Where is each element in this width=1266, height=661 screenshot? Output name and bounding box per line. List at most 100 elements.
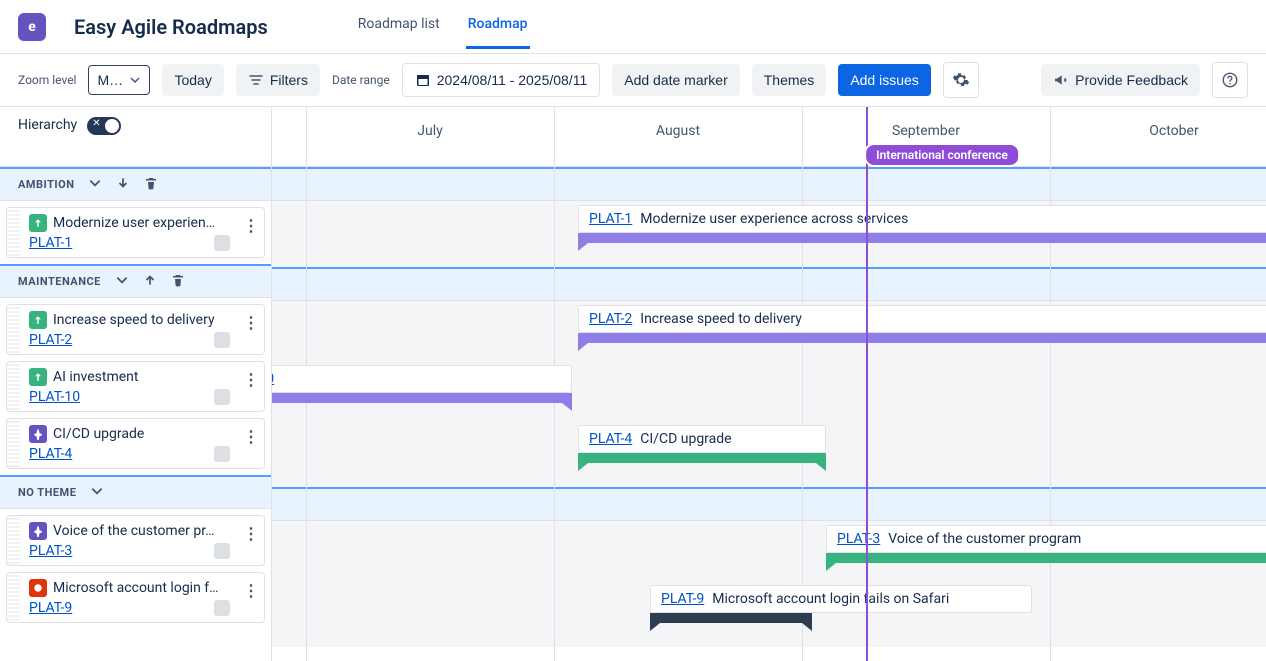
swimlane-title: Ambition — [18, 178, 74, 191]
add-date-marker-button[interactable]: Add date marker — [612, 64, 740, 96]
timeline-bar-label: Modernize user experience across service… — [640, 211, 908, 227]
issue-key-link[interactable]: PLAT-4 — [29, 446, 72, 462]
issue-key-link[interactable]: PLAT-3 — [29, 543, 72, 559]
gear-icon — [952, 71, 970, 89]
hierarchy-label: Hierarchy — [18, 117, 77, 133]
card-menu-button[interactable]: ⋮ — [238, 516, 264, 565]
issue-key-link[interactable]: PLAT-4 — [589, 431, 632, 447]
issue-card[interactable]: Voice of the customer pr… PLAT-3 ⋮ — [6, 515, 265, 566]
timeline-bar-label: Microsoft account login fails on Safari — [712, 591, 949, 607]
timeline-row: PLAT-4 CI/CD upgrade — [272, 421, 1266, 481]
swimlane-header-maintenance[interactable]: Maintenance — [0, 264, 271, 298]
timeline-bar[interactable]: PLAT-4 CI/CD upgrade — [578, 425, 826, 453]
issue-key-link[interactable]: PLAT-2 — [29, 332, 72, 348]
timeline-bar[interactable]: PLAT-2 Increase speed to delivery — [578, 305, 1266, 333]
timeline-row: PLAT-2 Increase speed to delivery — [272, 301, 1266, 361]
zoom-select[interactable]: M… — [88, 65, 150, 95]
month-header: August — [554, 107, 802, 167]
timeline-bar[interactable]: PLAT-3 Voice of the customer program — [826, 525, 1266, 553]
timeline-bar-label: CI/CD upgrade — [640, 431, 731, 447]
date-marker[interactable]: International conference — [864, 143, 1020, 167]
issue-key-link[interactable]: PLAT-9 — [661, 591, 704, 607]
progress-bar — [650, 613, 812, 623]
issue-type-icon — [29, 425, 47, 443]
issue-card[interactable]: CI/CD upgradePLAT-4⋮ — [6, 418, 265, 469]
settings-button[interactable] — [943, 62, 979, 98]
progress-bar — [272, 393, 572, 403]
issue-title: Modernize user experien… — [53, 215, 215, 231]
issue-card[interactable]: Modernize user experien… PLAT-1 ⋮ — [6, 207, 265, 258]
chevron-icon[interactable] — [88, 176, 102, 194]
issue-key-link[interactable]: PLAT-10 — [272, 371, 274, 387]
timeline-bar[interactable]: PLAT-9 Microsoft account login fails on S… — [650, 585, 1032, 613]
nav-tabs: Roadmap list Roadmap — [356, 4, 530, 49]
today-line — [866, 107, 868, 661]
issue-key-link[interactable]: PLAT-9 — [29, 600, 72, 616]
timeline-bar[interactable]: PLAT-10 — [272, 365, 572, 393]
card-menu-button[interactable]: ⋮ — [238, 419, 264, 468]
timeline-panel[interactable]: JulyAugustSeptemberOctoberInternational … — [272, 107, 1266, 661]
drag-handle-icon[interactable] — [7, 305, 21, 354]
trash-icon[interactable] — [171, 273, 185, 291]
timeline-row: PLAT-10 — [272, 361, 1266, 421]
swimlane-header-right — [272, 167, 1266, 201]
tab-roadmap-list[interactable]: Roadmap list — [356, 4, 442, 49]
swimlane-header-right — [272, 487, 1266, 521]
date-range-label: Date range — [332, 74, 390, 87]
trash-icon[interactable] — [144, 176, 158, 194]
calendar-icon — [415, 72, 431, 88]
issue-key-link[interactable]: PLAT-1 — [589, 211, 632, 227]
themes-button[interactable]: Themes — [752, 64, 827, 96]
issue-key-link[interactable]: PLAT-2 — [589, 311, 632, 327]
card-menu-button[interactable]: ⋮ — [238, 305, 264, 354]
issue-key-link[interactable]: PLAT-10 — [29, 389, 80, 405]
issue-key-link[interactable]: PLAT-3 — [837, 531, 880, 547]
hierarchy-toggle[interactable] — [87, 117, 121, 135]
app-header: e Easy Agile Roadmaps Roadmap list Roadm… — [0, 0, 1266, 54]
card-menu-button[interactable]: ⋮ — [238, 362, 264, 411]
drag-handle-icon[interactable] — [7, 362, 21, 411]
app-logo-icon: e — [18, 13, 46, 41]
drag-handle-icon[interactable] — [7, 208, 21, 257]
add-issues-button[interactable]: Add issues — [838, 64, 930, 96]
issue-card[interactable]: AI investmentPLAT-10⋮ — [6, 361, 265, 412]
timeline-bar-label: Voice of the customer program — [888, 531, 1081, 547]
up-arrow-icon[interactable] — [143, 273, 157, 291]
tab-roadmap[interactable]: Roadmap — [466, 4, 530, 49]
progress-bar — [578, 233, 1266, 243]
provide-feedback-button[interactable]: Provide Feedback — [1041, 64, 1200, 96]
card-menu-button[interactable]: ⋮ — [238, 573, 264, 622]
date-range-picker[interactable]: 2024/08/11 - 2025/08/11 — [402, 63, 601, 97]
status-placeholder — [214, 543, 230, 559]
swimlane-header-ambition[interactable]: Ambition — [0, 167, 271, 201]
drag-handle-icon[interactable] — [7, 573, 21, 622]
left-panel: Hierarchy Ambition Modernize user experie… — [0, 107, 272, 661]
help-icon — [1221, 71, 1239, 89]
progress-bar — [578, 453, 826, 463]
timeline-row: PLAT-1 Modernize user experience across s… — [272, 201, 1266, 261]
megaphone-icon — [1053, 72, 1069, 88]
timeline-bar[interactable]: PLAT-1 Modernize user experience across s… — [578, 205, 1266, 233]
chevron-icon[interactable] — [90, 484, 104, 502]
timeline-row: PLAT-9 Microsoft account login fails on S… — [272, 581, 1266, 641]
drag-handle-icon[interactable] — [7, 419, 21, 468]
timeline-bar-label: Increase speed to delivery — [640, 311, 802, 327]
swimlane-header-notheme[interactable]: No Theme — [0, 475, 271, 509]
today-button[interactable]: Today — [162, 64, 223, 96]
issue-title: Voice of the customer pr… — [53, 523, 214, 539]
month-header: October — [1050, 107, 1266, 167]
issue-card[interactable]: Microsoft account login f…PLAT-9⋮ — [6, 572, 265, 623]
status-placeholder — [214, 389, 230, 405]
down-arrow-icon[interactable] — [116, 176, 130, 194]
timeline-row: PLAT-3 Voice of the customer program — [272, 521, 1266, 581]
card-menu-button[interactable]: ⋮ — [238, 208, 264, 257]
roadmap-board: Hierarchy Ambition Modernize user experie… — [0, 107, 1266, 661]
chevron-down-icon — [129, 74, 141, 86]
issue-key-link[interactable]: PLAT-1 — [29, 235, 72, 251]
chevron-icon[interactable] — [115, 273, 129, 291]
filters-button[interactable]: Filters — [236, 64, 320, 96]
help-button[interactable] — [1212, 62, 1248, 98]
issue-type-icon — [29, 579, 47, 597]
drag-handle-icon[interactable] — [7, 516, 21, 565]
issue-card[interactable]: Increase speed to deliveryPLAT-2⋮ — [6, 304, 265, 355]
